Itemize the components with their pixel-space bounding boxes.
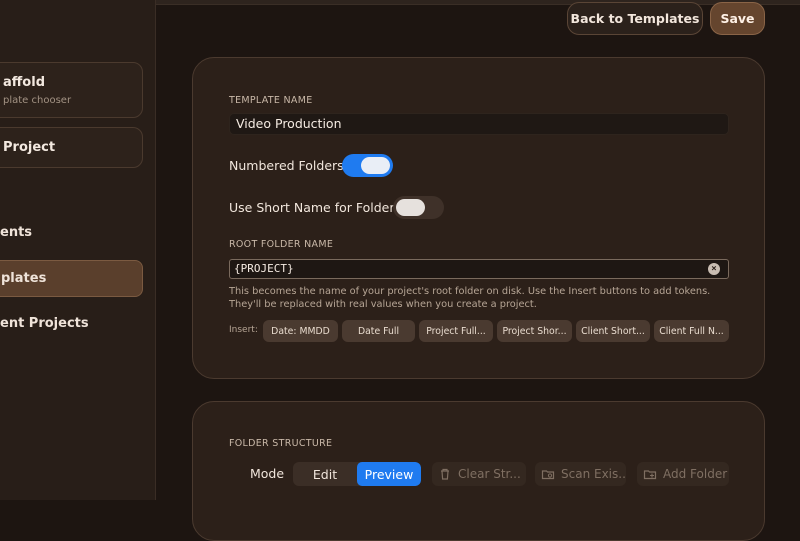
save-button[interactable]: Save bbox=[710, 2, 765, 35]
toggle-knob bbox=[396, 199, 425, 216]
folder-scan-icon bbox=[541, 470, 555, 480]
trash-icon bbox=[441, 468, 449, 480]
scan-existing-button[interactable]: Scan Exis... bbox=[535, 462, 626, 486]
short-name-label: Use Short Name for Folders bbox=[229, 200, 401, 215]
clear-structure-label: Clear Str... bbox=[458, 467, 521, 481]
mode-preview-button[interactable]: Preview bbox=[357, 462, 421, 486]
mode-edit-button[interactable]: Edit bbox=[293, 462, 357, 486]
folder-structure-label: FOLDER STRUCTURE bbox=[229, 438, 333, 449]
add-folder-label: Add Folder bbox=[663, 467, 728, 481]
insert-token-client-short[interactable]: Client Short... bbox=[576, 320, 650, 342]
insert-token-client-full[interactable]: Client Full N... bbox=[654, 320, 729, 342]
insert-label: Insert: bbox=[229, 325, 258, 335]
template-name-input[interactable]: Video Production bbox=[229, 113, 729, 135]
scaffold-subtitle: plate chooser bbox=[3, 95, 72, 106]
clear-icon[interactable]: × bbox=[708, 263, 720, 275]
sidebar: affold plate chooser Project ents plates… bbox=[0, 0, 156, 500]
scaffold-title: affold bbox=[3, 75, 45, 90]
help-line-1: This becomes the name of your project's … bbox=[229, 286, 711, 297]
top-bar bbox=[155, 0, 800, 5]
numbered-folders-toggle[interactable] bbox=[342, 154, 393, 177]
mode-segmented-control: Edit Preview bbox=[293, 462, 421, 486]
clear-structure-button[interactable]: Clear Str... bbox=[432, 462, 526, 486]
help-line-2: They'll be replaced with real values whe… bbox=[229, 299, 537, 310]
insert-token-date-mmdd[interactable]: Date: MMDD bbox=[263, 320, 338, 342]
scaffold-card[interactable]: affold plate chooser bbox=[0, 62, 143, 118]
insert-token-date-full[interactable]: Date Full bbox=[342, 320, 415, 342]
insert-token-project-full[interactable]: Project Full... bbox=[419, 320, 493, 342]
sidebar-item-1: plates bbox=[1, 271, 47, 286]
template-name-label: TEMPLATE NAME bbox=[229, 95, 313, 106]
root-folder-value: {PROJECT} bbox=[234, 262, 294, 275]
new-project-label: Project bbox=[3, 140, 56, 155]
toggle-knob bbox=[361, 157, 390, 174]
back-to-templates-button[interactable]: Back to Templates bbox=[567, 2, 703, 35]
root-folder-label: ROOT FOLDER NAME bbox=[229, 239, 334, 250]
mode-label: Mode bbox=[250, 466, 285, 481]
root-folder-help: This becomes the name of your project's … bbox=[229, 285, 749, 311]
new-project-button[interactable]: Project bbox=[0, 127, 143, 168]
sidebar-item-templates-active[interactable]: plates bbox=[0, 260, 143, 297]
sidebar-item-2[interactable]: ent Projects bbox=[0, 316, 89, 331]
insert-token-project-short[interactable]: Project Shor... bbox=[497, 320, 572, 342]
add-folder-button[interactable]: Add Folder bbox=[637, 462, 729, 486]
root-folder-input[interactable]: {PROJECT} × bbox=[229, 259, 729, 279]
sidebar-item-0[interactable]: ents bbox=[0, 225, 32, 240]
folder-plus-icon bbox=[643, 470, 657, 480]
scan-existing-label: Scan Exis... bbox=[561, 467, 626, 481]
short-name-toggle[interactable] bbox=[393, 196, 444, 219]
numbered-folders-label: Numbered Folders bbox=[229, 158, 344, 173]
